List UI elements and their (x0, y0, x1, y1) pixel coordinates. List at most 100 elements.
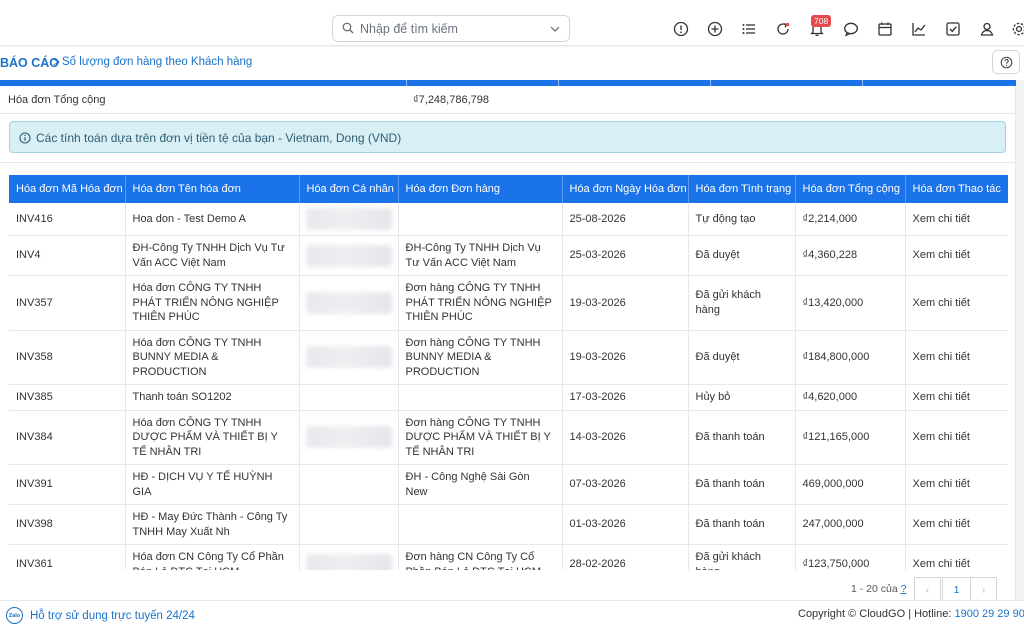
order-cell: ĐH-Công Ty TNHH Dịch Vụ Tư Vấn ACC Việt … (398, 235, 563, 276)
invoice-date-cell: 25-08-2026 (562, 203, 689, 236)
total-cell: 247,000,000 (795, 504, 906, 545)
status-cell: Tự động tạo (688, 203, 796, 236)
column-header[interactable]: Hóa đơn Cá nhân (299, 175, 399, 203)
hotline-link[interactable]: 1900 29 29 90 (954, 608, 1024, 620)
search-box[interactable]: Nhập để tìm kiếm (332, 15, 570, 42)
refresh-icon[interactable] (774, 20, 792, 38)
column-header[interactable]: Hóa đơn Thao tác (905, 175, 1008, 203)
total-cell: ₫4,620,000 (795, 384, 906, 411)
summary-card: Hóa đơn Tổng cộng ₫7,248,786,798 Các tín… (0, 80, 1016, 162)
table-row[interactable]: INV385 Thanh toán SO1202 17-03-2026 Hủy bỏ ₫… (9, 384, 1008, 411)
view-detail-link[interactable]: Xem chi tiết (905, 275, 1008, 331)
checkbox-icon[interactable] (944, 20, 962, 38)
table-row[interactable]: INV384 Hóa đơn CÔNG TY TNHH DƯỢC PHẨM VÀ … (9, 410, 1008, 465)
status-cell: Đã gửi khách hàng (688, 275, 796, 331)
person-cell (299, 275, 399, 331)
search-icon (342, 22, 354, 34)
app-root: Nhập để tìm kiếm 708 BÁO CÁO > Số lượng … (0, 0, 1024, 642)
table-row[interactable]: INV398 HĐ - May Đức Thành - Công Ty TNHH … (9, 504, 1008, 545)
invoice-code-cell[interactable]: INV357 (9, 275, 126, 331)
info-icon (19, 132, 31, 144)
invoice-date-cell: 19-03-2026 (562, 330, 689, 385)
breadcrumb-root-link[interactable]: BÁO CÁO (0, 56, 59, 70)
status-cell: Đã thanh toán (688, 410, 796, 465)
table-row[interactable]: INV357 Hóa đơn CÔNG TY TNHH PHÁT TRIỂN NÔ… (9, 275, 1008, 331)
summary-total-value: ₫7,248,786,798 (413, 94, 489, 106)
breadcrumb: BÁO CÁO > Số lượng đơn hàng theo Khách h… (0, 47, 1024, 80)
total-cell: ₫2,214,000 (795, 203, 906, 236)
order-cell (398, 504, 563, 545)
top-bar: Nhập để tìm kiếm 708 (0, 0, 1024, 46)
status-cell: Đã duyệt (688, 330, 796, 385)
breadcrumb-current[interactable]: Số lượng đơn hàng theo Khách hàng (62, 56, 252, 68)
column-header[interactable]: Hóa đơn Ngày Hóa đơn (562, 175, 689, 203)
view-detail-link[interactable]: Xem chi tiết (905, 384, 1008, 411)
invoice-code-cell[interactable]: INV398 (9, 504, 126, 545)
column-header[interactable]: Hóa đơn Tổng cộng (795, 175, 906, 203)
invoice-table-card: Hóa đơn Mã Hóa đơn Hóa đơn Tên hóa đơn Hóa… (0, 162, 1016, 603)
chat-icon[interactable] (842, 20, 860, 38)
total-cell: ₫121,165,000 (795, 410, 906, 465)
view-detail-link[interactable]: Xem chi tiết (905, 235, 1008, 276)
table-row[interactable]: INV358 Hóa đơn CÔNG TY TNHH BUNNY MEDIA &… (9, 330, 1008, 385)
column-header[interactable]: Hóa đơn Đơn hàng (398, 175, 563, 203)
view-detail-link[interactable]: Xem chi tiết (905, 544, 1008, 570)
redacted-person (305, 346, 392, 369)
support-link[interactable]: Hỗ trợ sử dụng trực tuyến 24/24 (30, 610, 195, 622)
summary-total-label: Hóa đơn Tổng cộng (8, 94, 106, 106)
table-row[interactable]: INV416 Hoa don - Test Demo A 25-08-2026 Tự … (9, 203, 1008, 236)
add-icon[interactable] (706, 20, 724, 38)
view-detail-link[interactable]: Xem chi tiết (905, 464, 1008, 505)
list-icon[interactable] (740, 20, 758, 38)
search-input[interactable]: Nhập để tìm kiếm (360, 22, 458, 36)
settings-icon[interactable] (1010, 20, 1024, 38)
invoice-code-cell[interactable]: INV361 (9, 544, 126, 570)
zalo-icon[interactable]: Zalo (6, 607, 23, 624)
invoice-code-cell[interactable]: INV385 (9, 384, 126, 411)
table-header-row: Hóa đơn Mã Hóa đơn Hóa đơn Tên hóa đơn Hóa… (9, 175, 1008, 203)
invoice-code-cell[interactable]: INV4 (9, 235, 126, 276)
person-cell (299, 544, 399, 570)
chart-icon[interactable] (910, 20, 928, 38)
invoice-date-cell: 07-03-2026 (562, 464, 689, 505)
invoice-name-cell: Hóa đơn CÔNG TY TNHH PHÁT TRIỂN NÔNG NGH… (125, 275, 300, 331)
copyright-text: Copyright © CloudGO | Hotline: 1900 29 2… (798, 608, 1024, 620)
alert-icon[interactable] (672, 20, 690, 38)
invoice-name-cell: HĐ - May Đức Thành - Công Ty TNHH May Xu… (125, 504, 300, 545)
invoice-code-cell[interactable]: INV416 (9, 203, 126, 236)
view-detail-link[interactable]: Xem chi tiết (905, 410, 1008, 465)
invoice-code-cell[interactable]: INV391 (9, 464, 126, 505)
invoice-name-cell: ĐH-Công Ty TNHH Dịch Vụ Tư Vấn ACC Việt … (125, 235, 300, 276)
order-cell: ĐH - Công Nghệ Sài Gòn New (398, 464, 563, 505)
pagination-info: 1 - 20 của ? (851, 583, 906, 595)
invoice-date-cell: 25-03-2026 (562, 235, 689, 276)
view-detail-link[interactable]: Xem chi tiết (905, 330, 1008, 385)
chevron-down-icon[interactable] (550, 25, 560, 33)
view-detail-link[interactable]: Xem chi tiết (905, 203, 1008, 236)
column-header[interactable]: Hóa đơn Tình trạng (688, 175, 796, 203)
invoice-date-cell: 01-03-2026 (562, 504, 689, 545)
user-icon[interactable] (978, 20, 996, 38)
view-detail-link[interactable]: Xem chi tiết (905, 504, 1008, 545)
table-row[interactable]: INV361Hóa đơn CN Công Ty Cổ Phần Bán Lẻ … (9, 544, 1008, 570)
invoice-date-cell: 17-03-2026 (562, 384, 689, 411)
column-header[interactable]: Hóa đơn Mã Hóa đơn (9, 175, 126, 203)
person-cell (299, 203, 399, 236)
footer: Zalo Hỗ trợ sử dụng trực tuyến 24/24 Cop… (0, 600, 1024, 642)
person-cell (299, 235, 399, 276)
invoice-code-cell[interactable]: INV384 (9, 410, 126, 465)
order-cell: Đơn hàng CN Công Ty Cổ Phần Bán Lẻ DTC T… (398, 544, 563, 570)
invoice-code-cell[interactable]: INV358 (9, 330, 126, 385)
invoice-table-scroll[interactable]: Hóa đơn Mã Hóa đơn Hóa đơn Tên hóa đơn Hóa… (9, 175, 1008, 570)
calendar-icon[interactable] (876, 20, 894, 38)
column-header[interactable]: Hóa đơn Tên hóa đơn (125, 175, 300, 203)
notification-badge: 708 (811, 15, 832, 27)
copyright-label: Copyright © CloudGO | Hotline: (798, 608, 955, 620)
invoice-date-cell: 19-03-2026 (562, 275, 689, 331)
table-row[interactable]: INV391 HĐ - DỊCH VỤ Y TẾ HUỲNH GIA ĐH - Cô… (9, 464, 1008, 505)
table-row[interactable]: INV4 ĐH-Công Ty TNHH Dịch Vụ Tư Vấn ACC V… (9, 235, 1008, 276)
pagination-total-link[interactable]: ? (901, 583, 907, 595)
redacted-person (305, 291, 392, 314)
invoice-name-cell: Hóa đơn CÔNG TY TNHH BUNNY MEDIA & PRODU… (125, 330, 300, 385)
help-button[interactable] (992, 50, 1020, 74)
